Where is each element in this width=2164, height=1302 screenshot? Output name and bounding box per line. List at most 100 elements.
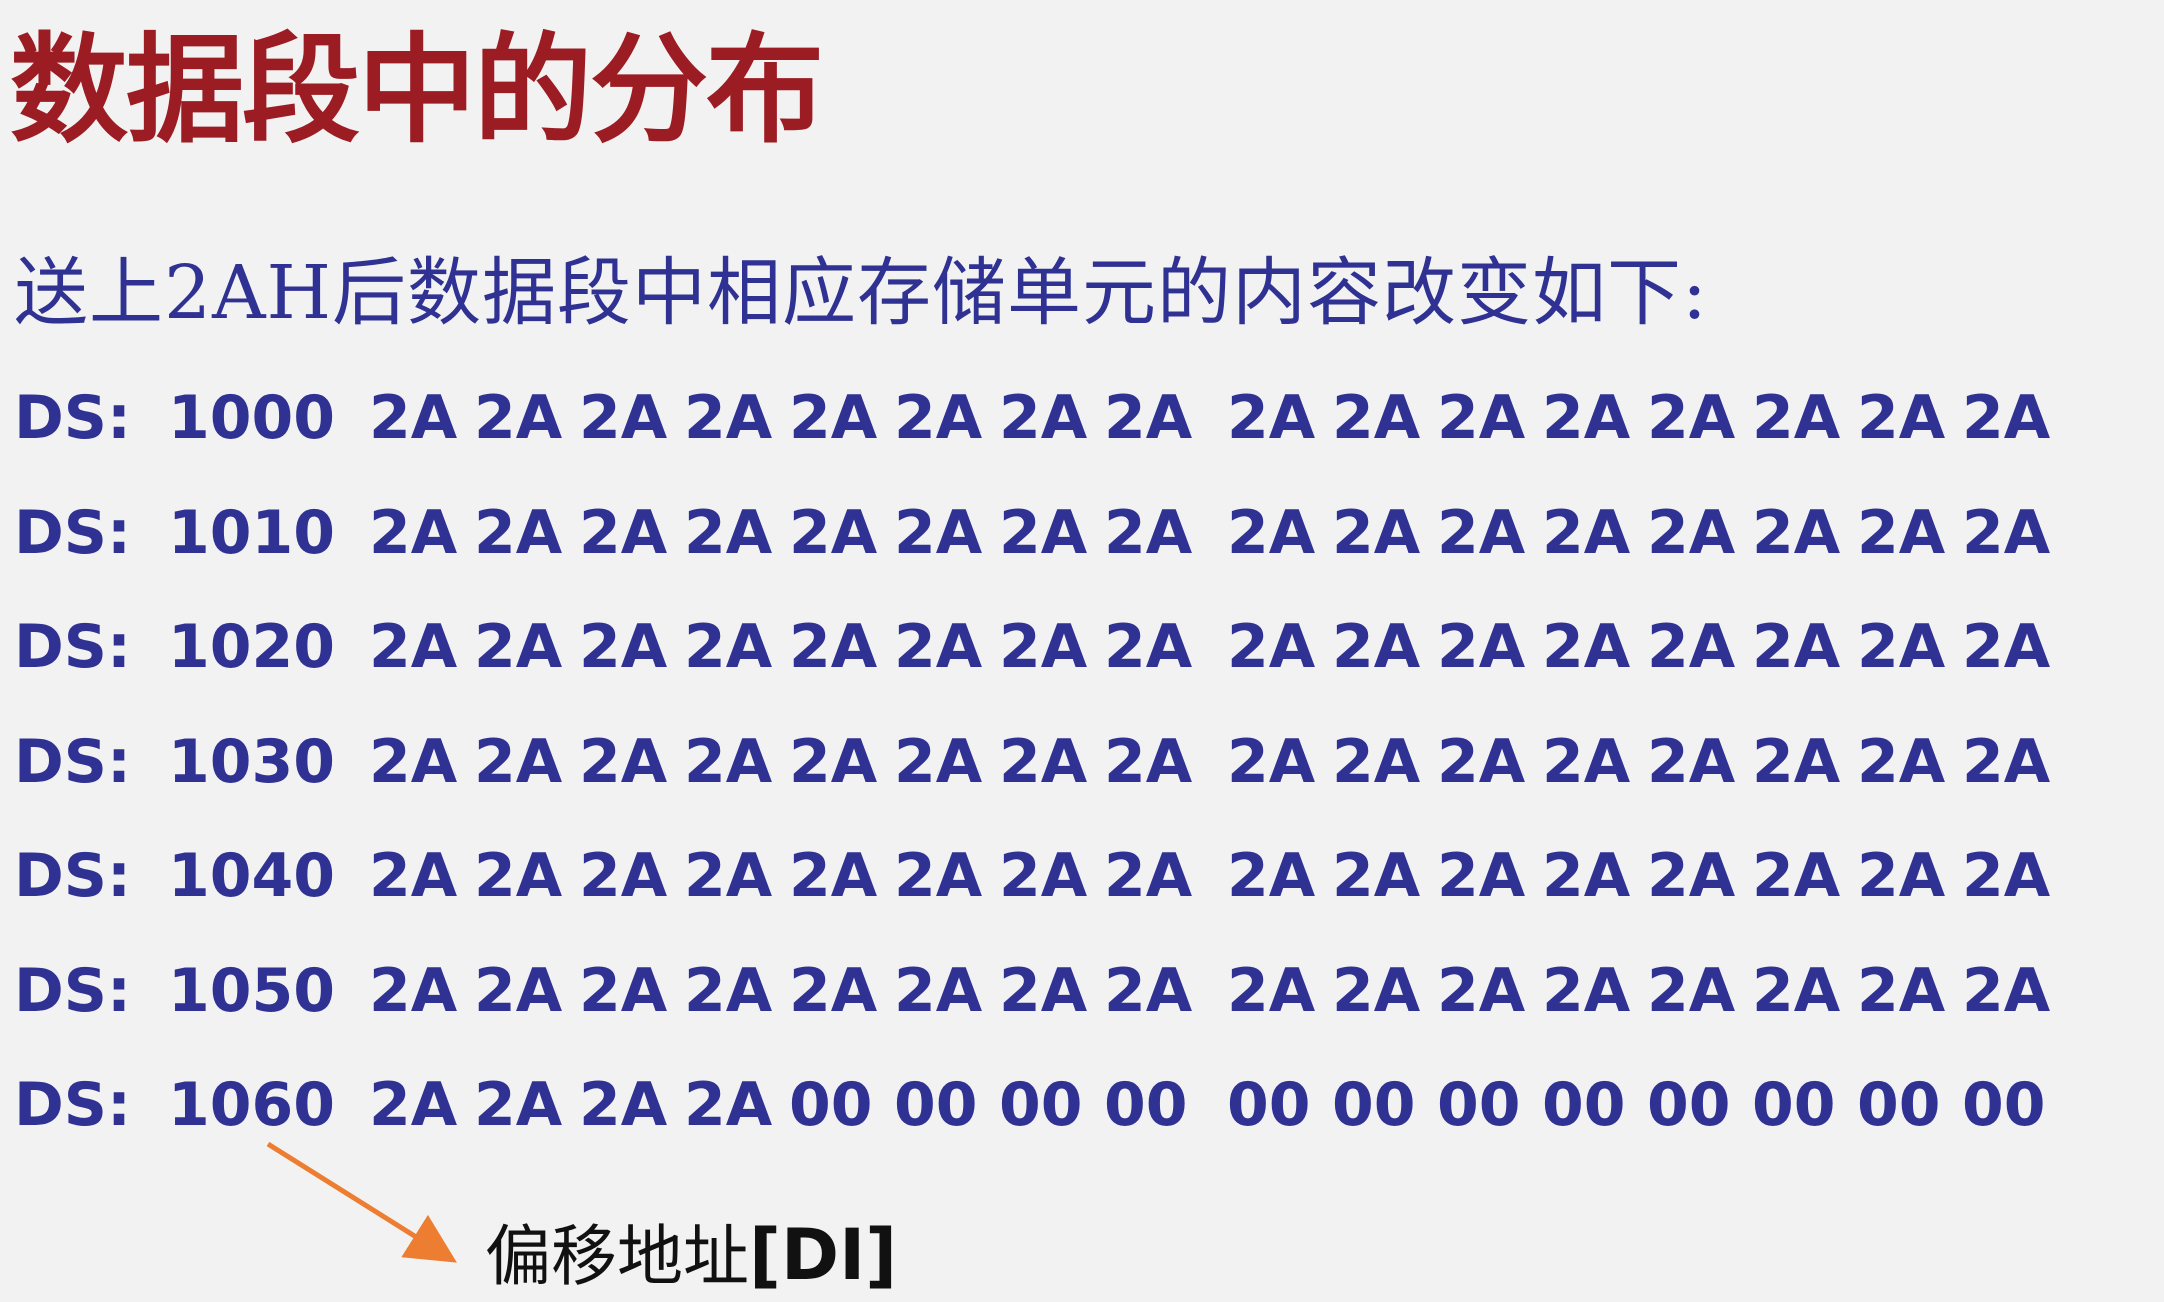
memory-byte: 2A xyxy=(1647,841,1736,911)
memory-byte: 2A xyxy=(999,383,1088,453)
offset-address-label: 偏移地址[DI] xyxy=(485,1210,897,1302)
memory-byte: 2A xyxy=(1647,612,1736,682)
memory-byte: 2A xyxy=(1104,383,1193,453)
segment-prefix: DS: xyxy=(14,497,132,568)
memory-byte: 2A xyxy=(1857,726,1946,797)
row-address: 1030 xyxy=(168,726,335,797)
row-address: 1050 xyxy=(168,955,335,1026)
memory-row: DS: 1030 2A 2A 2A 2A 2A 2A 2A 2A 2A 2A 2A 2A 2A 2A 2A 2A xyxy=(14,722,2134,837)
memory-byte: 2A xyxy=(789,841,878,911)
memory-byte: 2A xyxy=(1227,955,1316,1026)
subtitle: 送上2AH后数据段中相应存储单元的内容改变如下: xyxy=(14,250,1708,336)
segment-prefix: DS: xyxy=(14,383,132,453)
memory-byte: 2A xyxy=(1542,726,1631,797)
memory-row: DS: 1050 2A 2A 2A 2A 2A 2A 2A 2A 2A 2A 2A 2A 2A 2A 2A 2A xyxy=(14,951,2134,1066)
memory-byte: 2A xyxy=(999,726,1088,797)
memory-byte: 2A xyxy=(684,612,773,682)
memory-byte: 2A xyxy=(579,841,668,911)
memory-byte: 2A xyxy=(474,383,563,453)
memory-byte: 2A xyxy=(684,1070,773,1140)
memory-byte: 2A xyxy=(1332,497,1421,568)
row-address: 1020 xyxy=(168,612,335,682)
memory-byte: 2A xyxy=(1542,955,1631,1026)
memory-byte: 2A xyxy=(999,955,1088,1026)
memory-byte: 2A xyxy=(474,955,563,1026)
page-title: 数据段中的分布 xyxy=(10,21,824,159)
memory-byte: 2A xyxy=(1104,955,1193,1026)
segment-prefix: DS: xyxy=(14,1070,132,1140)
segment-prefix: DS: xyxy=(14,841,132,911)
memory-byte: 2A xyxy=(369,383,458,453)
memory-byte: 2A xyxy=(894,612,983,682)
memory-byte: 2A xyxy=(369,612,458,682)
memory-byte: 00 xyxy=(1857,1070,1941,1140)
memory-byte: 2A xyxy=(1962,841,2051,911)
memory-row: DS: 1020 2A 2A 2A 2A 2A 2A 2A 2A 2A 2A 2A 2A 2A 2A 2A 2A xyxy=(14,607,2134,722)
memory-byte: 2A xyxy=(1857,955,1946,1026)
memory-byte: 2A xyxy=(474,726,563,797)
memory-byte: 2A xyxy=(579,497,668,568)
memory-byte: 2A xyxy=(474,497,563,568)
row-address: 1010 xyxy=(168,497,335,568)
memory-byte: 2A xyxy=(1437,955,1526,1026)
memory-byte: 2A xyxy=(474,1070,563,1140)
memory-byte: 00 xyxy=(1752,1070,1836,1140)
memory-byte: 00 xyxy=(1962,1070,2046,1140)
memory-byte: 2A xyxy=(1227,726,1316,797)
memory-byte: 2A xyxy=(1104,726,1193,797)
memory-byte: 00 xyxy=(1104,1070,1188,1140)
memory-byte: 00 xyxy=(999,1070,1083,1140)
memory-byte: 2A xyxy=(1542,612,1631,682)
segment-prefix: DS: xyxy=(14,612,132,682)
memory-byte: 2A xyxy=(1227,497,1316,568)
memory-byte: 2A xyxy=(1752,497,1841,568)
memory-byte: 2A xyxy=(999,497,1088,568)
row-address: 1000 xyxy=(168,383,335,453)
slide: 数据段中的分布 送上2AH后数据段中相应存储单元的内容改变如下: DS: 1000… xyxy=(0,0,2164,1302)
memory-byte: 2A xyxy=(1752,612,1841,682)
memory-byte: 00 xyxy=(1332,1070,1416,1140)
memory-byte: 2A xyxy=(1962,383,2051,453)
memory-byte: 2A xyxy=(1437,383,1526,453)
memory-byte: 2A xyxy=(369,841,458,911)
offset-label-text: 偏移地址 xyxy=(485,1218,749,1295)
memory-byte: 2A xyxy=(579,383,668,453)
memory-byte: 2A xyxy=(1332,383,1421,453)
memory-byte: 2A xyxy=(1857,497,1946,568)
memory-byte: 2A xyxy=(1857,612,1946,682)
memory-byte: 2A xyxy=(1752,726,1841,797)
memory-byte: 2A xyxy=(1104,612,1193,682)
memory-byte: 2A xyxy=(1962,497,2051,568)
memory-byte: 2A xyxy=(474,612,563,682)
memory-byte: 2A xyxy=(789,955,878,1026)
memory-byte: 2A xyxy=(1542,841,1631,911)
memory-byte: 2A xyxy=(1752,383,1841,453)
memory-byte: 2A xyxy=(1962,726,2051,797)
memory-byte: 2A xyxy=(1647,497,1736,568)
memory-byte: 2A xyxy=(894,955,983,1026)
segment-prefix: DS: xyxy=(14,955,132,1026)
memory-byte: 2A xyxy=(1437,841,1526,911)
memory-byte: 2A xyxy=(579,612,668,682)
memory-byte: 2A xyxy=(894,726,983,797)
memory-byte: 2A xyxy=(579,726,668,797)
memory-byte: 00 xyxy=(1227,1070,1311,1140)
memory-byte: 2A xyxy=(369,497,458,568)
memory-byte: 2A xyxy=(789,497,878,568)
memory-byte: 2A xyxy=(894,497,983,568)
row-address: 1040 xyxy=(168,841,335,911)
memory-byte: 2A xyxy=(789,726,878,797)
memory-byte: 2A xyxy=(1542,383,1631,453)
arrow-icon xyxy=(266,1141,457,1263)
memory-byte: 2A xyxy=(684,841,773,911)
memory-byte: 2A xyxy=(474,841,563,911)
memory-byte: 2A xyxy=(1332,841,1421,911)
memory-byte: 00 xyxy=(1437,1070,1521,1140)
offset-register: [DI] xyxy=(749,1214,898,1296)
row-address: 1060 xyxy=(168,1070,335,1140)
memory-row: DS: 1040 2A 2A 2A 2A 2A 2A 2A 2A 2A 2A 2A 2A 2A 2A 2A 2A xyxy=(14,836,2134,951)
memory-byte: 2A xyxy=(894,383,983,453)
memory-byte: 2A xyxy=(1752,841,1841,911)
memory-byte: 2A xyxy=(684,726,773,797)
memory-byte: 2A xyxy=(1752,955,1841,1026)
